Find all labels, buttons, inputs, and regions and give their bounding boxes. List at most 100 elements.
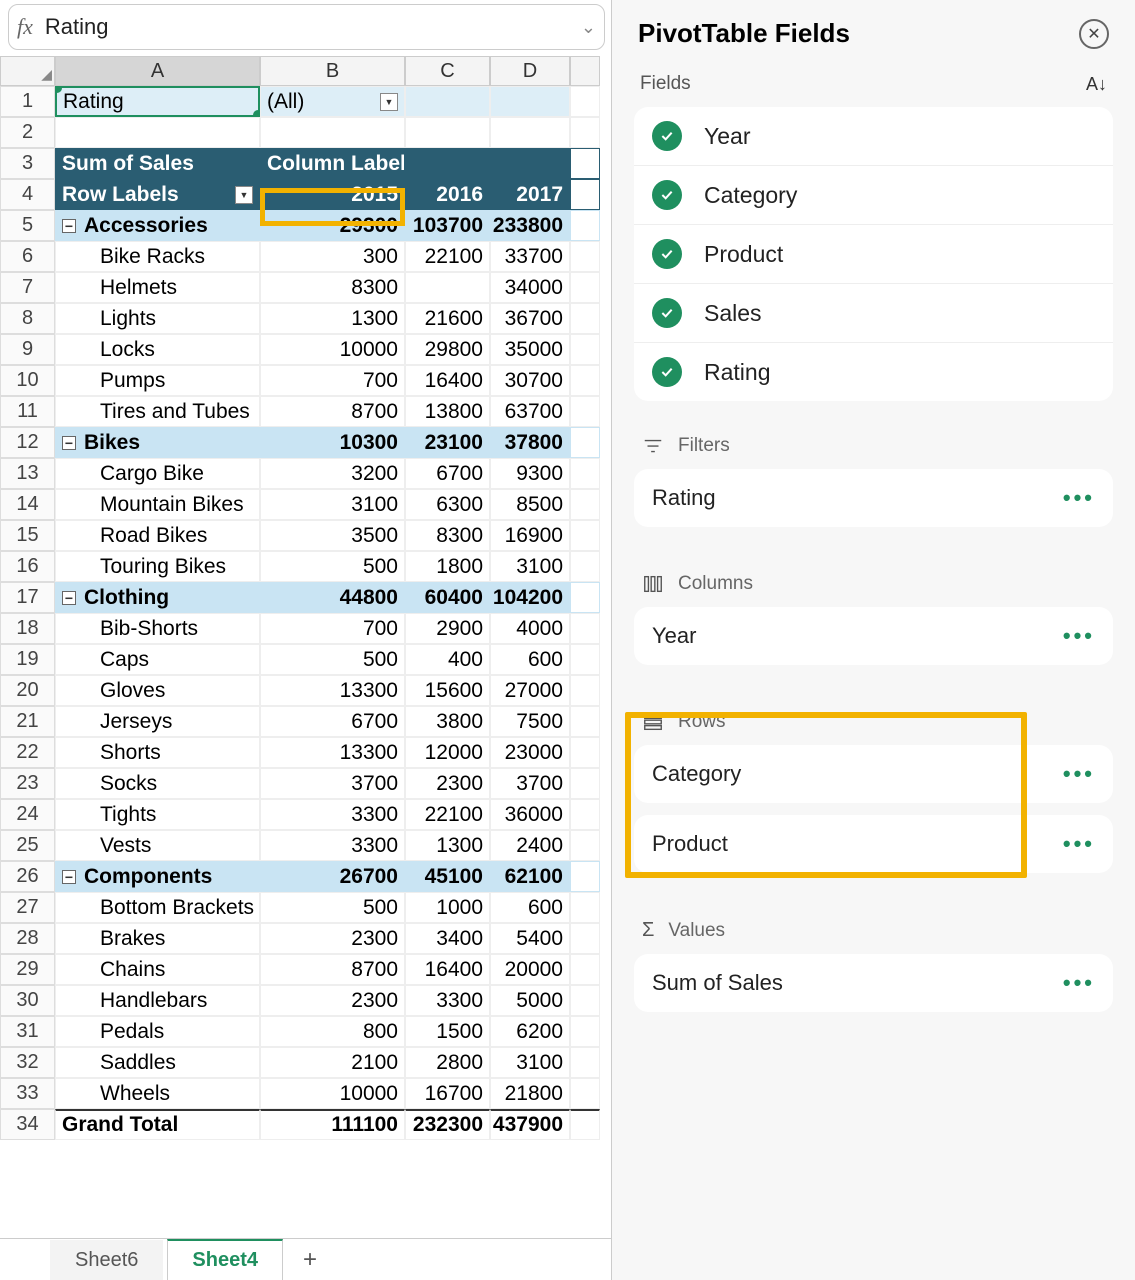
field-category[interactable]: Category [634,166,1113,225]
cell[interactable]: 16700 [405,1078,490,1109]
cell[interactable]: 62100 [490,861,570,892]
cell[interactable]: 44800 [260,582,405,613]
cell[interactable]: 2900 [405,613,490,644]
row-header[interactable]: 8 [0,303,55,334]
cell[interactable]: 400 [405,644,490,675]
column-chip-year[interactable]: Year••• [634,607,1113,665]
cell[interactable] [570,396,600,427]
cell[interactable] [490,148,570,179]
cell[interactable] [570,954,600,985]
cell[interactable]: 60400 [405,582,490,613]
cell[interactable] [405,86,490,117]
collapse-icon[interactable]: − [62,436,76,450]
row-chip-category[interactable]: Category••• [634,745,1113,803]
cell[interactable] [405,117,490,148]
row-3[interactable]: 3Sum of Sales Column Labels▼ [0,148,611,179]
add-sheet-button[interactable]: + [287,1242,333,1278]
row-15[interactable]: 15Road Bikes 3500 8300 16900 [0,520,611,551]
row-header[interactable]: 31 [0,1016,55,1047]
cell[interactable]: 300 [260,241,405,272]
row-24[interactable]: 24Tights 3300 22100 36000 [0,799,611,830]
row-29[interactable]: 29Chains 8700 16400 20000 [0,954,611,985]
product-cell[interactable]: Handlebars [55,985,260,1016]
cell[interactable] [570,210,600,241]
row-header[interactable]: 29 [0,954,55,985]
collapse-icon[interactable]: − [62,870,76,884]
field-sales[interactable]: Sales [634,284,1113,343]
cell[interactable] [570,365,600,396]
cell[interactable] [570,675,600,706]
sort-icon[interactable]: A↓ [1086,74,1107,95]
row-header[interactable]: 21 [0,706,55,737]
cell[interactable]: 3200 [260,458,405,489]
field-product[interactable]: Product [634,225,1113,284]
grid[interactable]: ◢ A B C D 1Rating (All)▼ 23Sum of Sales … [0,56,611,1238]
cell[interactable] [570,272,600,303]
product-cell[interactable]: Mountain Bikes [55,489,260,520]
value-chip-sum-of-sales[interactable]: Sum of Sales••• [634,954,1113,1012]
col-header-E[interactable] [570,56,600,86]
col-header-D[interactable]: D [490,56,570,86]
cell[interactable] [570,179,600,210]
columns-zone[interactable]: Columns Year••• [634,569,1113,677]
category-cell[interactable]: −Clothing [55,582,260,613]
cell[interactable] [490,117,570,148]
filter-chip-rating[interactable]: Rating••• [634,469,1113,527]
formula-value[interactable]: Rating [45,14,581,40]
cell[interactable]: 10000 [260,334,405,365]
column-labels-header[interactable]: Column Labels▼ [260,148,405,179]
cell[interactable] [405,148,490,179]
cell[interactable]: 437900 [490,1109,570,1140]
row-header[interactable]: 20 [0,675,55,706]
cell[interactable]: 16400 [405,365,490,396]
close-icon[interactable]: ✕ [1079,19,1109,49]
cell[interactable]: 8300 [405,520,490,551]
row-18[interactable]: 18Bib-Shorts 700 2900 4000 [0,613,611,644]
grand-total-label[interactable]: Grand Total [55,1109,260,1140]
cell[interactable]: 26700 [260,861,405,892]
row-28[interactable]: 28Brakes 2300 3400 5400 [0,923,611,954]
row-10[interactable]: 10Pumps 700 16400 30700 [0,365,611,396]
row-header[interactable]: 19 [0,644,55,675]
row-11[interactable]: 11Tires and Tubes 8700 13800 63700 [0,396,611,427]
row-7[interactable]: 7Helmets 8300 34000 [0,272,611,303]
cell[interactable]: 5400 [490,923,570,954]
cell[interactable] [570,86,600,117]
product-cell[interactable]: Bottom Brackets [55,892,260,923]
cell[interactable]: 3300 [260,830,405,861]
tab-sheet6[interactable]: Sheet6 [50,1240,163,1280]
cell[interactable]: 1300 [405,830,490,861]
row-header[interactable]: 23 [0,768,55,799]
product-cell[interactable]: Locks [55,334,260,365]
cell[interactable] [570,489,600,520]
cell[interactable] [570,148,600,179]
cell[interactable]: 12000 [405,737,490,768]
cell[interactable]: 45100 [405,861,490,892]
cell[interactable]: 33700 [490,241,570,272]
cell[interactable]: 6200 [490,1016,570,1047]
cell[interactable]: 10000 [260,1078,405,1109]
cell[interactable]: 3800 [405,706,490,737]
category-cell[interactable]: −Bikes [55,427,260,458]
cell[interactable] [570,551,600,582]
product-cell[interactable]: Touring Bikes [55,551,260,582]
row-header[interactable]: 27 [0,892,55,923]
more-icon[interactable]: ••• [1063,761,1095,787]
cell[interactable]: 800 [260,1016,405,1047]
product-cell[interactable]: Pumps [55,365,260,396]
cell[interactable]: 104200 [490,582,570,613]
row-8[interactable]: 8Lights 1300 21600 36700 [0,303,611,334]
cell[interactable]: 23100 [405,427,490,458]
category-cell[interactable]: −Components [55,861,260,892]
filter-field-cell[interactable]: Rating [55,86,260,117]
cell[interactable] [570,1047,600,1078]
row-chip-product[interactable]: Product••• [634,815,1113,873]
more-icon[interactable]: ••• [1063,831,1095,857]
formula-bar[interactable]: fx Rating ⌄ [8,4,605,50]
cell[interactable]: 2300 [260,923,405,954]
cell[interactable] [570,117,600,148]
row-14[interactable]: 14Mountain Bikes 3100 6300 8500 [0,489,611,520]
cell[interactable]: 29300 [260,210,405,241]
cell[interactable]: 35000 [490,334,570,365]
product-cell[interactable]: Pedals [55,1016,260,1047]
